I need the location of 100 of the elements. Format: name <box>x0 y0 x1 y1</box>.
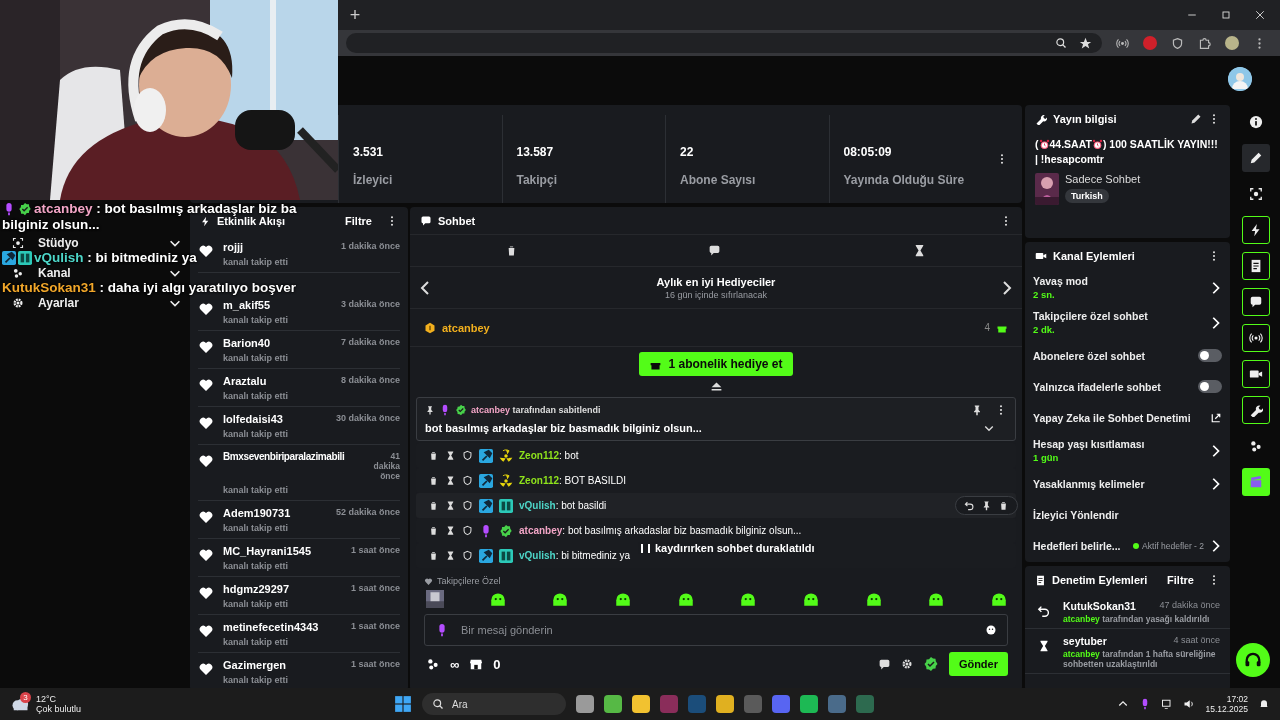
gift-subscription-button[interactable]: 1 abonelik hediye et <box>639 352 793 376</box>
emote-icon[interactable] <box>488 590 507 608</box>
event-action: kanalı takip etti <box>223 353 290 363</box>
hourglass-icon[interactable] <box>445 475 456 486</box>
overlay-chat-message: KutukSokan31 : daha iyi algı yaratılıyo boşver <box>2 280 297 296</box>
badge-icon[interactable] <box>922 656 939 672</box>
alarm-clock-icon <box>1091 139 1103 150</box>
emote-icon[interactable] <box>801 590 820 608</box>
pencil-icon[interactable] <box>1190 113 1202 125</box>
heart-icon <box>198 377 214 393</box>
hourglass-icon[interactable] <box>445 550 456 561</box>
trash-icon[interactable] <box>428 475 439 486</box>
overlay-chat-message: bilginiz olsun... <box>2 217 100 233</box>
mod-action-text: atcanbey tarafından yasağı kaldırıldı <box>1063 614 1211 624</box>
event-time: 8 dakika önce <box>340 375 400 385</box>
broadcast-icon[interactable] <box>1242 324 1270 352</box>
pencil-icon[interactable] <box>1242 144 1270 172</box>
event-time: 1 dakika önce <box>340 241 400 251</box>
leaderboard-title: Aylık en iyi Hediyeciler <box>655 275 777 288</box>
setting-row[interactable]: Hedefleri belirle... Aktif hedefler - 2 <box>1033 530 1222 561</box>
verified-badge-icon <box>18 202 32 216</box>
setting-row[interactable]: Yapay Zeka ile Sohbet Denetimi <box>1033 402 1222 433</box>
sidebar-item[interactable]: Kanal <box>12 266 182 280</box>
chat-message: vQulish: bot basildi <box>519 500 607 511</box>
send-button[interactable]: Gönder <box>948 652 1008 676</box>
note-icon[interactable] <box>1242 252 1270 280</box>
trash-icon[interactable] <box>428 450 439 461</box>
pin-icon[interactable] <box>971 404 983 416</box>
radiation-badge-icon <box>499 473 513 488</box>
message-input[interactable]: Bir mesaj gönderin <box>459 623 975 637</box>
maximize-icon[interactable] <box>1220 9 1232 21</box>
heart-icon <box>198 243 214 259</box>
follower-name: Adem190731 <box>223 507 292 519</box>
overlay-chat-message: vQulish : bi bitmediniz ya <box>34 250 197 266</box>
toggle-switch[interactable] <box>1198 349 1222 362</box>
search-field[interactable]: Ara <box>422 693 566 715</box>
note-icon <box>1035 574 1046 586</box>
profile-icon[interactable] <box>1225 36 1239 50</box>
headset-icon[interactable] <box>1236 643 1270 677</box>
shield-icon[interactable] <box>462 500 473 511</box>
pin-icon[interactable] <box>981 500 992 511</box>
temperature: 12°C <box>36 694 58 704</box>
shield-icon <box>1171 36 1184 50</box>
emote-icon[interactable] <box>676 590 695 608</box>
emote-icon[interactable] <box>927 590 946 608</box>
stat-value: 08:05:09 <box>843 145 893 159</box>
emote-icon[interactable] <box>551 590 570 608</box>
setting-row[interactable]: Takipçilere özel sohbet 2 dk. <box>1033 305 1222 340</box>
hourglass-icon[interactable] <box>445 500 456 511</box>
wrench-icon[interactable] <box>1242 396 1270 424</box>
setting-row[interactable]: Yasaklanmış kelimeler <box>1033 468 1222 499</box>
chat-icon[interactable] <box>708 244 722 257</box>
message-box[interactable]: Bir mesaj gönderin <box>424 614 1008 646</box>
hammer-badge-icon <box>2 251 16 265</box>
wave-icon <box>1116 36 1129 50</box>
follower-name: Gazimergen <box>223 659 287 671</box>
setting-label: Yalnızca ifadelerle sohbet <box>1033 380 1162 393</box>
lightning-icon[interactable] <box>1242 216 1270 244</box>
filter-button[interactable]: Filtre <box>1167 574 1194 586</box>
emote-icon[interactable] <box>613 590 632 608</box>
emote-icon[interactable] <box>739 590 758 608</box>
setting-row[interactable]: Hesap yaşı kısıtlaması 1 gün <box>1033 433 1222 468</box>
event-action: kanalı takip etti <box>223 315 290 325</box>
setting-label: Abonelere özel sohbet <box>1033 349 1147 362</box>
follower-name: hdgmz29297 <box>223 583 291 595</box>
shield-icon[interactable] <box>462 450 473 461</box>
mod-action-text: atcanbey tarafından 1 hafta süreliğine sohbetten uzaklaştırıldı <box>1063 649 1217 669</box>
stat-value: 13.587 <box>516 145 555 159</box>
trash-icon[interactable] <box>428 525 439 536</box>
panel-title: Yayın bilgisi <box>1053 113 1117 125</box>
emote-icon[interactable] <box>864 590 883 608</box>
chat-icon[interactable] <box>1242 288 1270 316</box>
sidebar-item[interactable]: Ayarlar <box>12 296 182 310</box>
collapse-icon[interactable] <box>709 380 723 393</box>
clapper-icon[interactable] <box>1242 468 1270 496</box>
new-tab-button[interactable]: + <box>346 4 364 26</box>
avatar-icon[interactable] <box>1228 67 1252 91</box>
sidebar-item[interactable]: Stüdyo <box>12 236 182 250</box>
hourglass-icon[interactable] <box>445 450 456 461</box>
emote-icon[interactable] <box>989 590 1008 608</box>
windows-logo-icon[interactable] <box>394 695 412 713</box>
chat-icon[interactable] <box>877 657 891 671</box>
shield-icon[interactable] <box>462 525 473 536</box>
setting-row[interactable]: İzleyici Yönlendir <box>1033 499 1222 530</box>
setting-row[interactable]: Yavaş mod 2 sn. <box>1033 270 1222 305</box>
trash-icon[interactable] <box>998 500 1009 511</box>
shield-icon[interactable] <box>462 550 473 561</box>
hourglass-icon[interactable] <box>445 525 456 536</box>
settings-icon[interactable] <box>900 658 913 670</box>
shield-icon[interactable] <box>462 475 473 486</box>
trash-icon[interactable] <box>428 500 439 511</box>
close-icon[interactable] <box>1254 9 1266 21</box>
pinned-text: bot basılmış arkadaşlar biz basmadık bilginiz olsun... <box>425 422 703 434</box>
weather-description: Çok bulutlu <box>36 704 82 714</box>
undo-icon[interactable] <box>964 500 975 511</box>
toggle-switch[interactable] <box>1198 380 1222 393</box>
pinned-by: atcanbey tarafından sabitlendi <box>471 405 601 415</box>
trash-icon[interactable] <box>428 550 439 561</box>
video-camera-icon[interactable] <box>1242 360 1270 388</box>
filter-button[interactable]: Filtre <box>345 215 372 227</box>
